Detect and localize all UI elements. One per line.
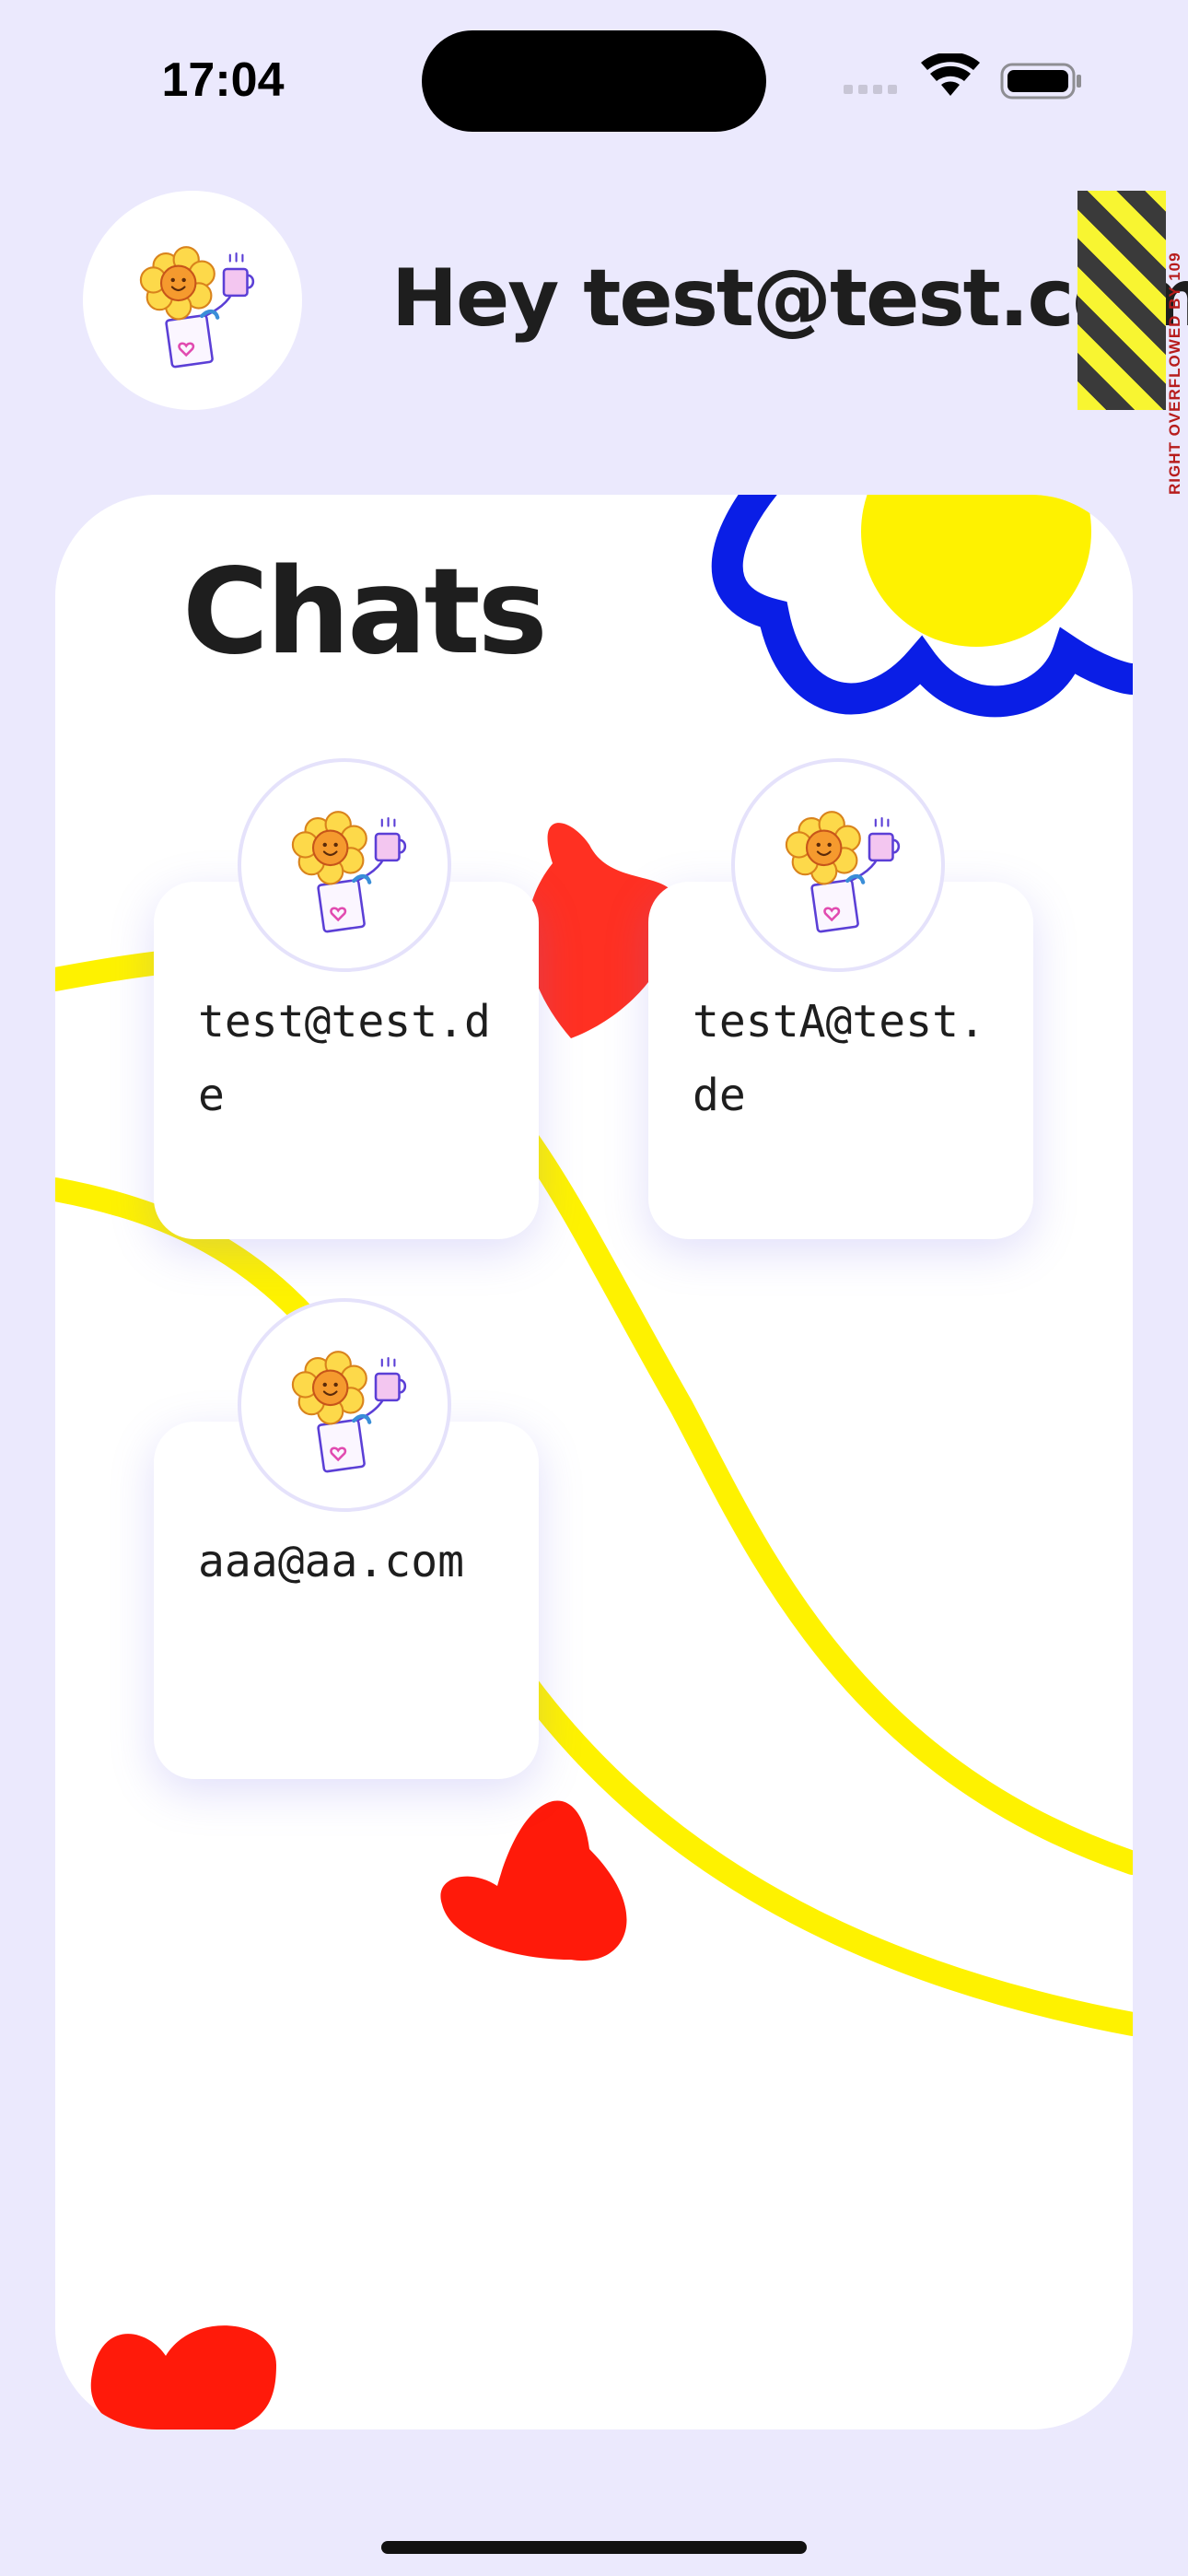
flower-avatar-icon: [114, 222, 271, 379]
flower-avatar-icon: [760, 787, 916, 943]
chats-panel: Chats test@test.de testA@test.de aaa@aa.…: [55, 495, 1133, 2430]
battery-icon: [1000, 63, 1081, 100]
greeting-title: Hey test@test.com: [391, 252, 1188, 345]
wifi-icon: [921, 53, 980, 96]
panel-title: Chats: [182, 544, 548, 681]
overflow-warning-label: RIGHT OVERFLOWED BY 109: [1166, 252, 1183, 495]
chat-name: aaa@aa.com: [198, 1536, 464, 1587]
flower-avatar-icon: [266, 1327, 423, 1483]
chat-avatar[interactable]: [238, 758, 451, 972]
status-icons: [844, 53, 1081, 100]
chat-avatar[interactable]: [731, 758, 945, 972]
status-time: 17:04: [161, 53, 285, 107]
overflow-indicator: [1077, 191, 1166, 410]
dynamic-island: [422, 30, 766, 132]
flower-avatar-icon: [266, 787, 423, 943]
chat-name: test@test.de: [198, 996, 491, 1121]
home-indicator[interactable]: [381, 2541, 807, 2554]
chat-name: testA@test.de: [693, 996, 985, 1121]
chat-avatar[interactable]: [238, 1298, 451, 1512]
user-avatar[interactable]: [83, 191, 302, 410]
cellular-signal-icon: [844, 85, 897, 94]
